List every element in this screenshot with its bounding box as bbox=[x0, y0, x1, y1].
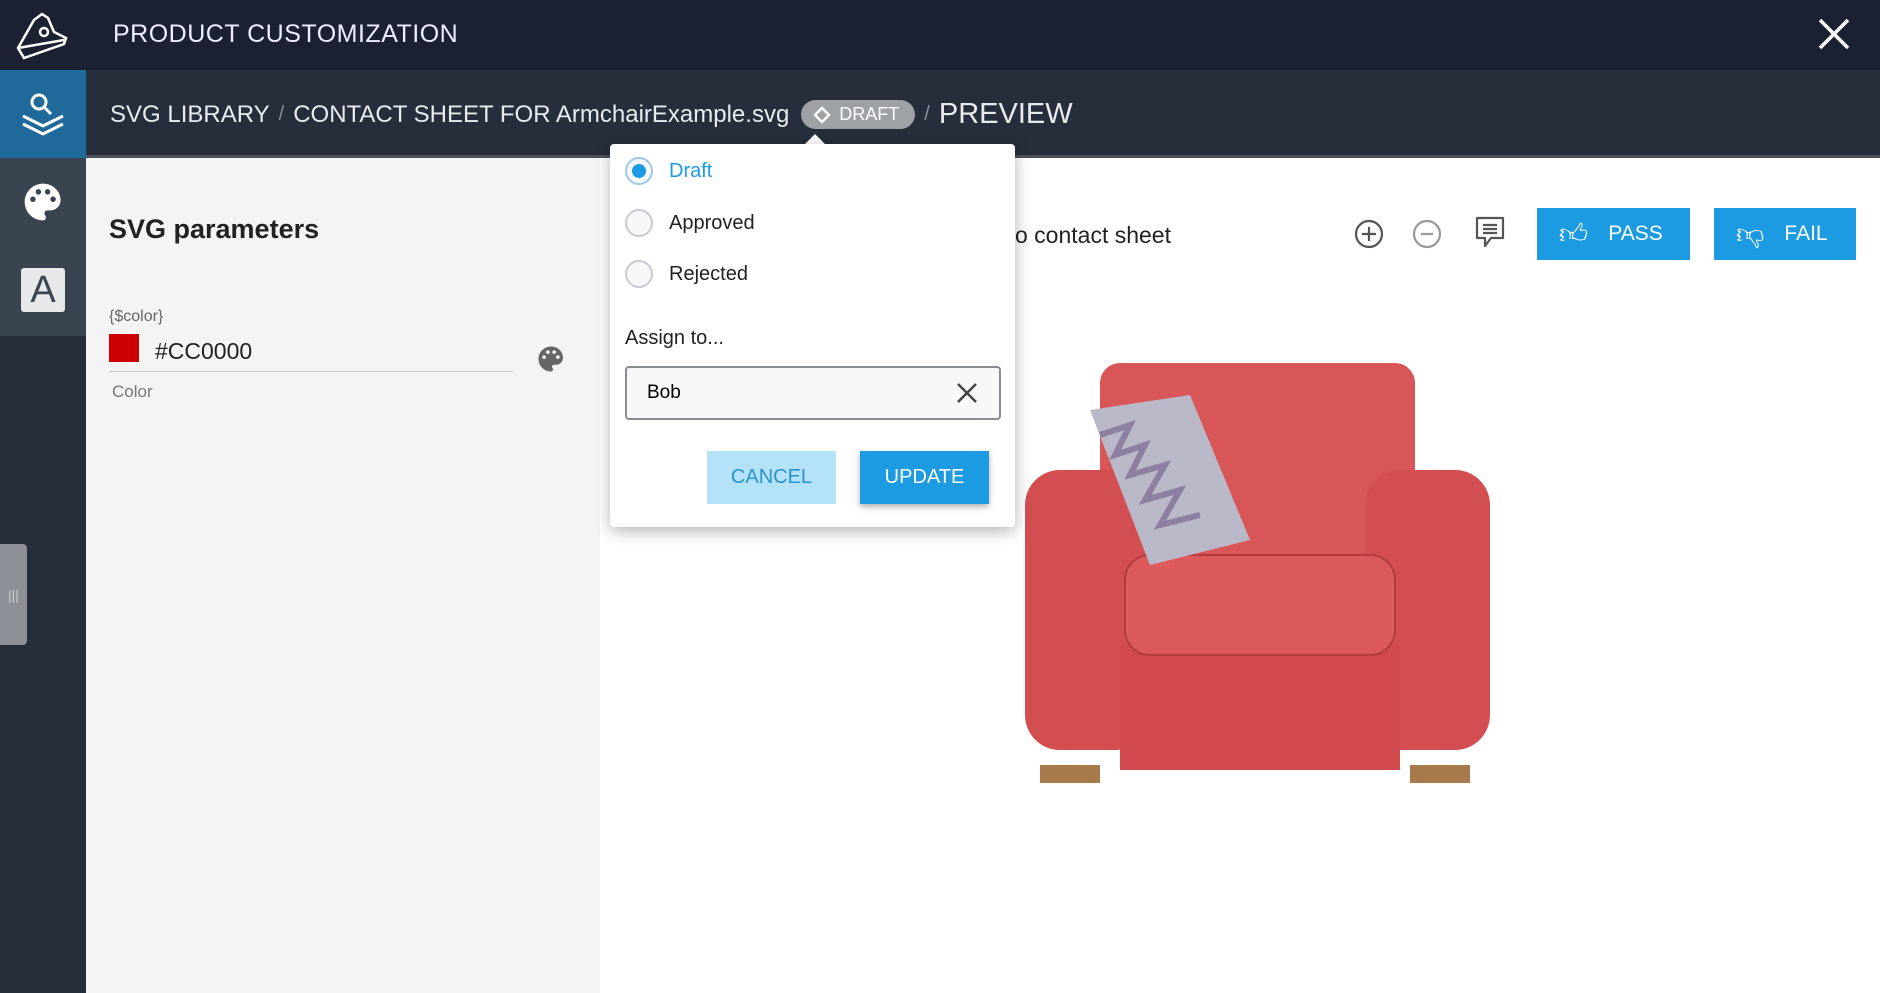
sidebar-tools: A bbox=[0, 158, 86, 336]
radio-button[interactable] bbox=[625, 209, 653, 237]
pass-label: PASS bbox=[1608, 222, 1663, 245]
diamond-icon bbox=[813, 105, 832, 124]
close-icon[interactable] bbox=[1816, 16, 1852, 52]
contact-sheet-text: o contact sheet bbox=[1015, 222, 1171, 248]
param-label: {$color} bbox=[109, 308, 164, 325]
radio-rejected[interactable]: Rejected bbox=[625, 260, 748, 288]
input-underline bbox=[109, 371, 513, 372]
sidebar-item-colors[interactable] bbox=[0, 158, 86, 246]
radio-button[interactable] bbox=[625, 260, 653, 288]
cancel-button[interactable]: CANCEL bbox=[707, 451, 836, 504]
zoom-in-icon[interactable] bbox=[1353, 218, 1385, 250]
update-button[interactable]: UPDATE bbox=[860, 451, 989, 504]
assign-input[interactable]: Bob bbox=[625, 366, 1001, 420]
comment-icon[interactable] bbox=[1473, 214, 1507, 252]
pass-button[interactable]: 👍︎ PASS bbox=[1537, 208, 1690, 260]
sneaker-logo-icon bbox=[16, 12, 68, 60]
breadcrumb-contact-sheet[interactable]: CONTACT SHEET FOR ArmchairExample.svg bbox=[293, 101, 789, 129]
zoom-out-icon[interactable] bbox=[1411, 218, 1443, 250]
assign-label: Assign to... bbox=[625, 327, 724, 349]
radio-approved[interactable]: Approved bbox=[625, 209, 755, 237]
panel-title: SVG parameters bbox=[109, 214, 320, 244]
color-swatch[interactable] bbox=[109, 334, 139, 362]
sidebar-item-text[interactable]: A bbox=[0, 246, 86, 334]
param-help: Color bbox=[112, 382, 153, 401]
svg-parameters-panel: SVG parameters {$color} #CC0000 Color bbox=[86, 158, 600, 993]
status-badge[interactable]: DRAFT bbox=[801, 100, 916, 129]
breadcrumb-separator: / bbox=[924, 103, 930, 125]
layers-search-icon bbox=[22, 93, 64, 136]
text-icon: A bbox=[21, 268, 65, 312]
color-input[interactable]: #CC0000 bbox=[155, 338, 252, 365]
thumbs-down-icon: 👎︎ bbox=[1736, 218, 1765, 249]
sidebar: A ||| bbox=[0, 70, 86, 993]
color-picker-icon[interactable] bbox=[536, 344, 566, 374]
panel-resize-handle[interactable]: ||| bbox=[0, 544, 27, 645]
fail-label: FAIL bbox=[1784, 222, 1828, 245]
breadcrumb: SVG LIBRARY / CONTACT SHEET FOR Armchair… bbox=[110, 98, 1073, 131]
status-popup: Draft Approved Rejected Assign to... Bob… bbox=[610, 144, 1015, 527]
radio-draft[interactable]: Draft bbox=[625, 157, 712, 185]
app-title: PRODUCT CUSTOMIZATION bbox=[113, 20, 459, 48]
status-badge-label: DRAFT bbox=[839, 104, 900, 124]
breadcrumb-current: PREVIEW bbox=[938, 98, 1073, 130]
fail-button[interactable]: 👎︎ FAIL bbox=[1714, 208, 1856, 260]
top-bar: PRODUCT CUSTOMIZATION bbox=[0, 0, 1880, 70]
radio-label: Approved bbox=[669, 211, 755, 234]
radio-label: Rejected bbox=[669, 262, 748, 285]
palette-icon bbox=[24, 183, 61, 221]
thumbs-up-icon: 👍︎ bbox=[1559, 218, 1589, 249]
sidebar-item-library[interactable] bbox=[0, 70, 86, 158]
radio-label: Draft bbox=[669, 159, 713, 182]
breadcrumb-separator: / bbox=[278, 103, 285, 125]
radio-button-checked[interactable] bbox=[625, 157, 653, 185]
breadcrumb-svg-library[interactable]: SVG LIBRARY bbox=[110, 101, 270, 129]
clear-icon[interactable] bbox=[955, 381, 979, 405]
assign-value: Bob bbox=[647, 382, 681, 403]
armchair-preview-image bbox=[1025, 363, 1490, 783]
